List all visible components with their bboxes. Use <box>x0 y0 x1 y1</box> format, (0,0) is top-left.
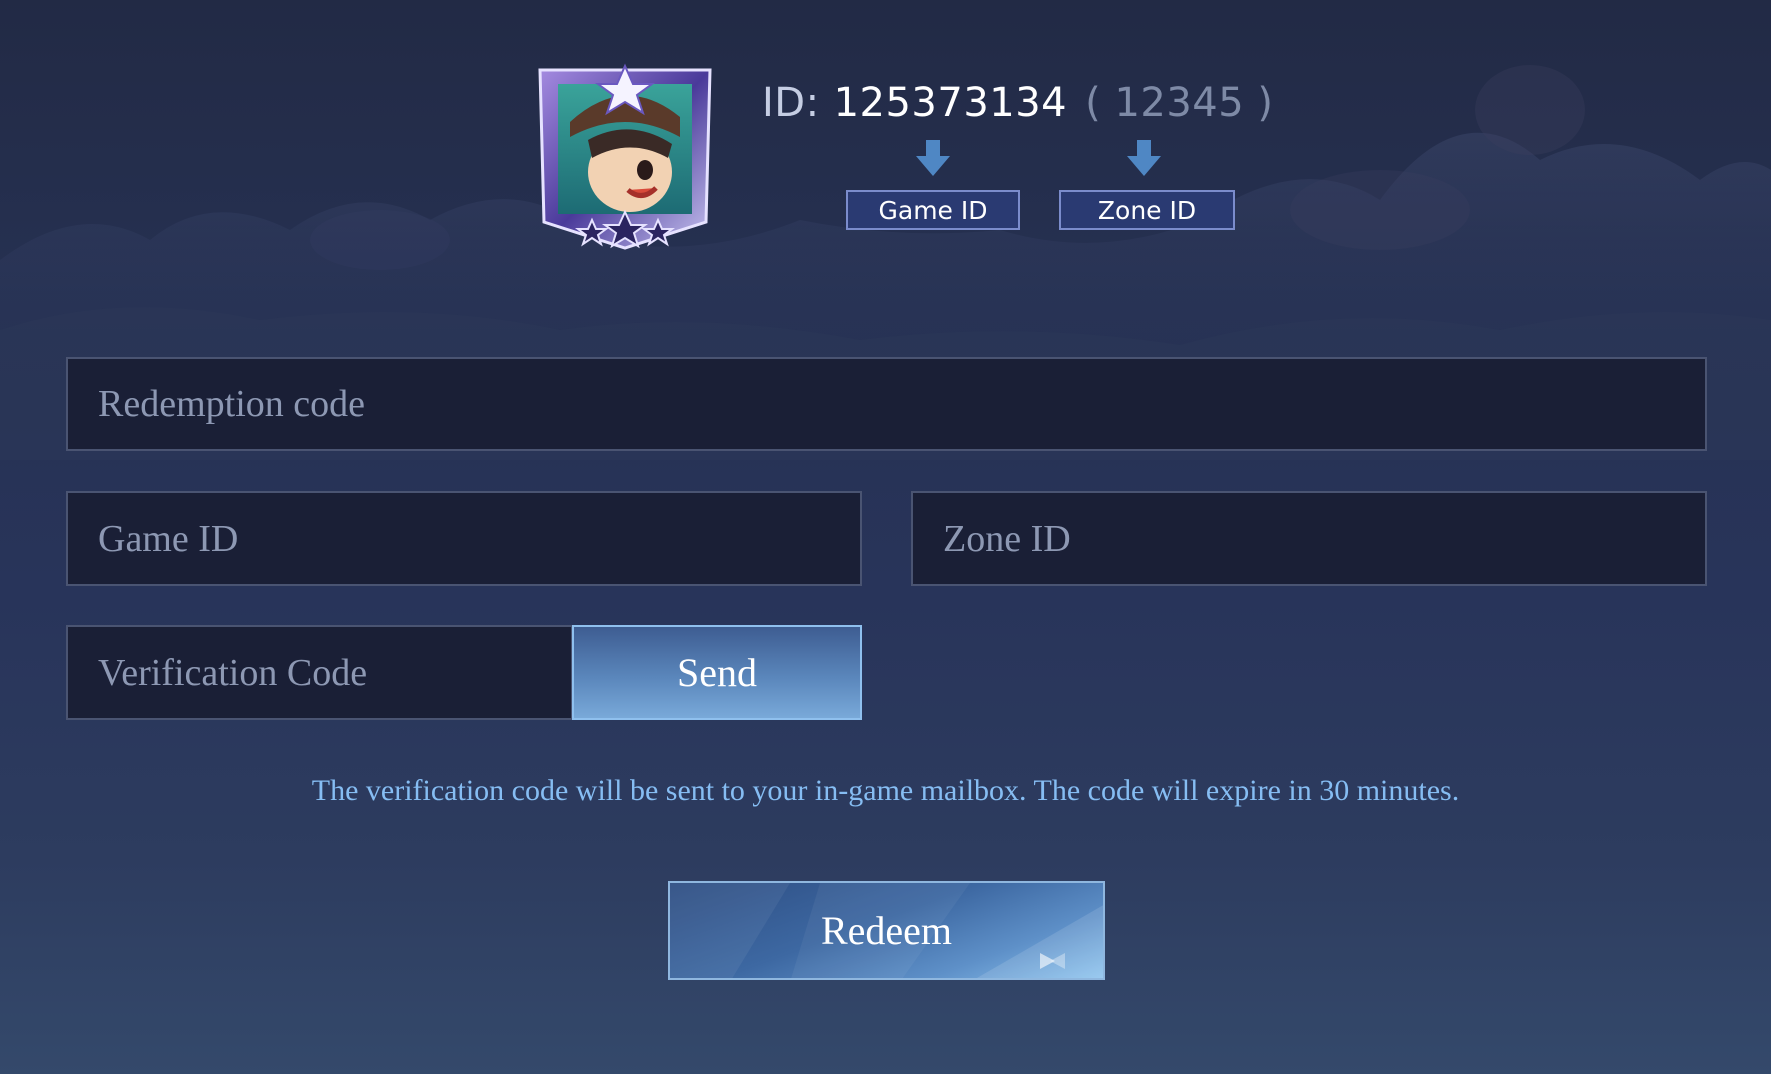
player-id-banner: ID: 125373134 ( 12345 ) Game ID Zone ID <box>530 58 1273 258</box>
redeem-button-label: Redeem <box>820 908 953 953</box>
verification-code-input[interactable] <box>98 627 571 718</box>
game-id-field[interactable] <box>66 491 862 586</box>
redemption-code-input[interactable] <box>98 359 1705 449</box>
redeem-button[interactable]: Redeem <box>668 881 1105 980</box>
game-id-input[interactable] <box>98 493 860 584</box>
verification-code-field[interactable] <box>66 625 573 720</box>
zone-id-tag: Zone ID <box>1059 190 1235 230</box>
zone-id-value: 12345 <box>1114 80 1245 126</box>
zone-open-paren: ( <box>1085 80 1102 126</box>
send-button[interactable]: Send <box>572 625 862 720</box>
arrow-down-icon <box>916 140 950 176</box>
zone-id-field[interactable] <box>911 491 1707 586</box>
player-id-line: ID: 125373134 ( 12345 ) <box>762 80 1274 126</box>
hero-avatar-icon <box>538 63 712 250</box>
redemption-code-field[interactable] <box>66 357 1707 451</box>
zone-id-input[interactable] <box>943 493 1705 584</box>
zone-close-paren: ) <box>1257 80 1274 126</box>
game-id-value: 125373134 <box>833 80 1068 126</box>
game-id-tag: Game ID <box>846 190 1020 230</box>
verification-notice: The verification code will be sent to yo… <box>311 774 1460 807</box>
id-prefix: ID: <box>762 80 820 126</box>
arrow-down-icon <box>1127 140 1161 176</box>
